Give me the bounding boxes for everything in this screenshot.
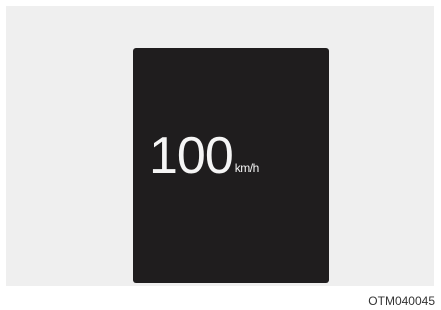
figure-code-label: OTM040045 — [368, 294, 435, 308]
speed-value: 100 — [149, 127, 234, 185]
figure-frame: 100 km/h — [6, 6, 434, 286]
speed-unit: km/h — [234, 161, 260, 175]
speed-readout: 100 km/h — [149, 130, 259, 182]
speed-display-panel: 100 km/h — [133, 48, 329, 283]
